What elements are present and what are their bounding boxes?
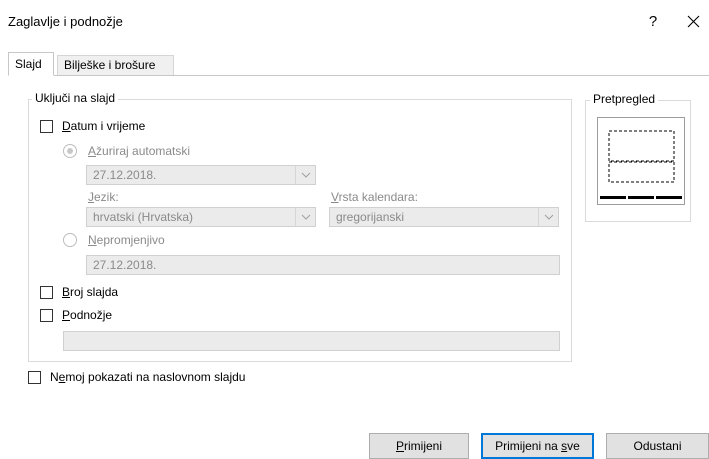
- preview-thumbnail: [597, 117, 685, 205]
- language-value: hrvatski (Hrvatska): [93, 210, 194, 224]
- close-icon: [687, 15, 699, 28]
- include-on-slide-group: [28, 99, 572, 362]
- help-button[interactable]: ?: [643, 13, 663, 31]
- language-label: Jezik:: [88, 190, 119, 204]
- calendar-type-dropdown[interactable]: gregorijanski: [329, 207, 559, 227]
- dont-show-title-label[interactable]: Nemoj pokazati na naslovnom slajdu: [50, 370, 245, 384]
- tab-notes-handouts[interactable]: Bilješke i brošure: [57, 55, 174, 75]
- dont-show-title-checkbox[interactable]: [28, 371, 41, 384]
- auto-date-dropdown[interactable]: 27.12.2018.: [86, 165, 316, 185]
- chevron-down-icon: [544, 214, 554, 220]
- footer-label[interactable]: Podnožje: [62, 308, 112, 322]
- slide-number-label[interactable]: Broj slajda: [62, 285, 118, 299]
- preview-label: Pretpregled: [590, 92, 659, 106]
- tab-slide[interactable]: Slajd: [8, 52, 54, 76]
- close-button[interactable]: [683, 12, 703, 32]
- dialog-title: Zaglavlje i podnožje: [8, 14, 123, 29]
- cancel-button[interactable]: Odustani: [606, 433, 709, 459]
- date-time-label[interactable]: Datum i vrijeme: [62, 119, 145, 133]
- fixed-date-input[interactable]: 27.12.2018.: [86, 255, 560, 275]
- include-on-slide-label: Uključi na slajd: [32, 91, 119, 105]
- footer-input[interactable]: [63, 331, 560, 351]
- auto-update-radio[interactable]: [63, 144, 77, 158]
- chevron-down-icon: [301, 172, 311, 178]
- calendar-type-label: Vrsta kalendara:: [331, 190, 418, 204]
- tab-strip-divider: [8, 75, 709, 76]
- fixed-date-radio[interactable]: [63, 233, 77, 247]
- auto-date-value: 27.12.2018.: [93, 168, 157, 182]
- fixed-date-label[interactable]: Nepromjenjivo: [88, 233, 165, 247]
- date-time-checkbox[interactable]: [40, 120, 53, 133]
- footer-checkbox[interactable]: [40, 309, 53, 322]
- apply-button[interactable]: Primijeni: [369, 433, 469, 459]
- slide-layout-preview-icon: [600, 130, 682, 199]
- chevron-down-icon: [301, 214, 311, 220]
- apply-to-all-button[interactable]: Primijeni na sve: [481, 433, 594, 459]
- language-dropdown[interactable]: hrvatski (Hrvatska): [86, 207, 316, 227]
- slide-number-checkbox[interactable]: [40, 286, 53, 299]
- auto-update-label[interactable]: Ažuriraj automatski: [88, 144, 190, 158]
- calendar-type-value: gregorijanski: [336, 210, 405, 224]
